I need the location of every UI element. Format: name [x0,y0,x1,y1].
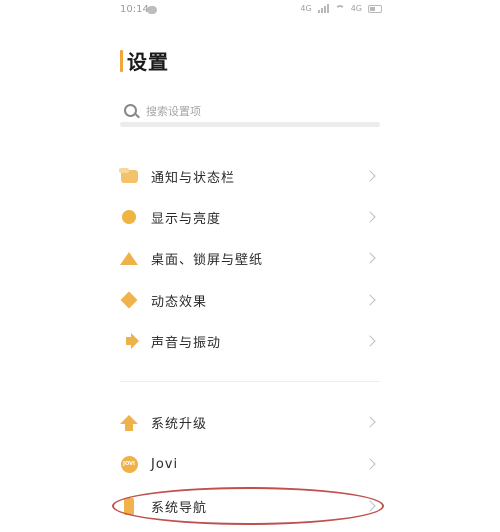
settings-item-upgrade[interactable]: 系统升级 [120,406,380,438]
signal-icon [317,4,329,13]
network-label: 4G [300,4,312,13]
wifi-icon [334,4,345,13]
chevron-right-icon [364,500,376,512]
navigation-icon [120,497,138,515]
search-input[interactable] [144,100,378,122]
settings-item-desktop[interactable]: 桌面、锁屏与壁纸 [120,242,380,274]
chevron-right-icon [364,211,376,223]
settings-item-notification[interactable]: 通知与状态栏 [118,160,380,192]
settings-item-label: 系统升级 [151,416,208,432]
speed-label: 4G [350,4,362,13]
jovi-icon: JOVI [120,455,138,473]
battery-icon [368,4,382,13]
chevron-right-icon [364,458,376,470]
search-underline [120,122,380,127]
settings-item-label: 桌面、锁屏与壁纸 [151,252,264,268]
group-divider [120,381,380,382]
page-header: 设置 [120,46,169,75]
settings-item-animation[interactable]: 动态效果 [120,284,380,316]
animation-icon [120,291,138,309]
chevron-right-icon [364,170,376,182]
display-icon [120,208,138,226]
page-title: 设置 [127,50,169,74]
settings-item-label: 系统导航 [151,500,208,516]
chevron-right-icon [364,416,376,428]
chevron-right-icon [364,252,376,264]
settings-item-label: 通知与状态栏 [151,170,236,186]
jovi-logo-text: JOVI [120,455,138,473]
upgrade-icon [120,413,138,431]
status-bar: 10:14 4G 4G [0,0,500,24]
settings-item-display[interactable]: 显示与亮度 [120,201,380,233]
settings-item-navigation[interactable]: 系统导航 [120,490,380,522]
notification-icon [118,167,138,185]
title-accent-bar [120,49,123,72]
settings-item-sound[interactable]: 声音与振动 [120,325,380,357]
status-time: 10:14 [120,4,149,15]
settings-item-label: Jovi [151,456,179,472]
settings-item-label: 声音与振动 [151,335,222,351]
settings-item-label: 动态效果 [151,294,208,310]
search-icon [124,104,137,117]
chevron-right-icon [364,335,376,347]
sound-icon [120,332,138,350]
settings-item-jovi[interactable]: JOVI Jovi [120,448,380,480]
desktop-icon [120,249,138,267]
status-indicators: 4G 4G [300,4,382,13]
wechat-icon [147,6,157,14]
settings-item-label: 显示与亮度 [151,211,222,227]
chevron-right-icon [364,294,376,306]
